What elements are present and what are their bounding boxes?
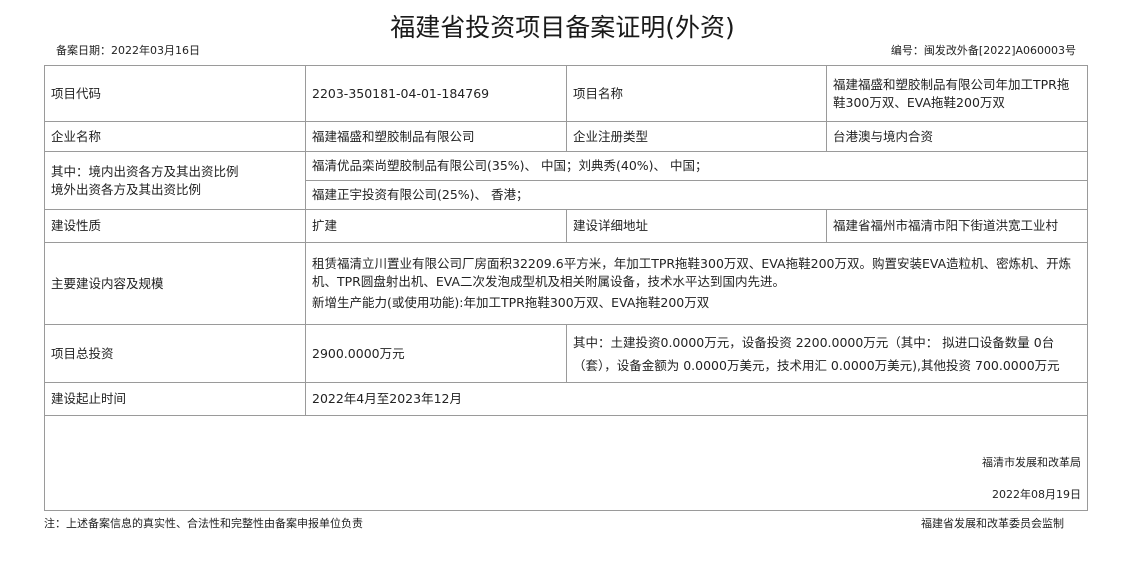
table-row: 项目代码 2203-350181-04-01-184769 项目名称 福建福盛和… [44, 65, 1088, 122]
record-number-label: 编号： [890, 44, 924, 57]
footer-supervisor: 福建省发展和改革委员会监制 [921, 517, 1064, 530]
record-date: 备案日期：2022年03月16日 [56, 42, 200, 58]
table-row: 建设性质 扩建 建设详细地址 福建省福州市福清市阳下街道洪宽工业村 [44, 209, 1088, 243]
period-label: 建设起止时间 [44, 382, 306, 416]
content-text: 租赁福清立川置业有限公司厂房面积32209.6平方米，年加工TPR拖鞋300万双… [312, 256, 1072, 289]
content-label: 主要建设内容及规模 [44, 242, 306, 325]
investors-label-domestic: 其中：境内出资各方及其出资比例 [51, 163, 239, 179]
project-name-label: 项目名称 [566, 65, 827, 122]
company-type-label: 企业注册类型 [566, 121, 827, 152]
table-row: 主要建设内容及规模 租赁福清立川置业有限公司厂房面积32209.6平方米，年加工… [44, 242, 1088, 325]
company-name-label: 企业名称 [44, 121, 306, 152]
investors-label: 其中：境内出资各方及其出资比例 境外出资各方及其出资比例 [44, 151, 306, 210]
record-date-value: 2022年03月16日 [111, 44, 200, 57]
table-row: 福清市发展和改革局 2022年08月19日 [44, 415, 1088, 511]
total-investment-label: 项目总投资 [44, 324, 306, 383]
period-value: 2022年4月至2023年12月 [305, 382, 1088, 416]
record-number: 编号：闽发改外备[2022]A060003号 [891, 42, 1076, 58]
project-name-value: 福建福盛和塑胶制品有限公司年加工TPR拖鞋300万双、EVA拖鞋200万双 [826, 65, 1088, 122]
record-number-value: 闽发改外备[2022]A060003号 [923, 44, 1076, 57]
table-row: 建设起止时间 2022年4月至2023年12月 [44, 382, 1088, 416]
company-type-value: 台港澳与境内合资 [826, 121, 1088, 152]
investors-label-foreign: 境外出资各方及其出资比例 [51, 181, 202, 197]
address-value: 福建省福州市福清市阳下街道洪宽工业村 [826, 209, 1088, 243]
page-title: 福建省投资项目备案证明(外资) [390, 13, 735, 42]
company-name-value: 福建福盛和塑胶制品有限公司 [305, 121, 567, 152]
project-code-value: 2203-350181-04-01-184769 [305, 65, 567, 122]
investment-detail-value: 其中：土建投资0.0000万元，设备投资 2200.0000万元（其中： 拟进口… [566, 324, 1088, 383]
total-investment-value: 2900.0000万元 [305, 324, 567, 383]
record-date-label: 备案日期： [56, 44, 111, 57]
address-label: 建设详细地址 [566, 209, 827, 243]
signature-date: 2022年08月19日 [992, 488, 1081, 501]
table-row: 项目总投资 2900.0000万元 其中：土建投资0.0000万元，设备投资 2… [44, 324, 1088, 383]
signature-cell: 福清市发展和改革局 2022年08月19日 [44, 415, 1088, 511]
table-row: 其中：境内出资各方及其出资比例 境外出资各方及其出资比例 福清优品栾尚塑胶制品有… [44, 151, 1088, 210]
construction-type-value: 扩建 [305, 209, 567, 243]
construction-type-label: 建设性质 [44, 209, 306, 243]
table-row: 企业名称 福建福盛和塑胶制品有限公司 企业注册类型 台港澳与境内合资 [44, 121, 1088, 152]
record-table: 项目代码 2203-350181-04-01-184769 项目名称 福建福盛和… [44, 65, 1088, 511]
signature-org: 福清市发展和改革局 [982, 456, 1081, 469]
domestic-investors-value: 福清优品栾尚塑胶制品有限公司(35%)、 中国；刘典秀(40%)、 中国； [305, 151, 1088, 181]
foreign-investors-value: 福建正宇投资有限公司(25%)、 香港； [305, 180, 1088, 210]
content-value: 租赁福清立川置业有限公司厂房面积32209.6平方米，年加工TPR拖鞋300万双… [305, 242, 1088, 325]
capacity-text: 新增生产能力(或使用功能):年加工TPR拖鞋300万双、EVA拖鞋200万双 [312, 295, 710, 310]
project-code-label: 项目代码 [44, 65, 306, 122]
footer-note: 注：上述备案信息的真实性、合法性和完整性由备案申报单位负责 [44, 517, 363, 530]
